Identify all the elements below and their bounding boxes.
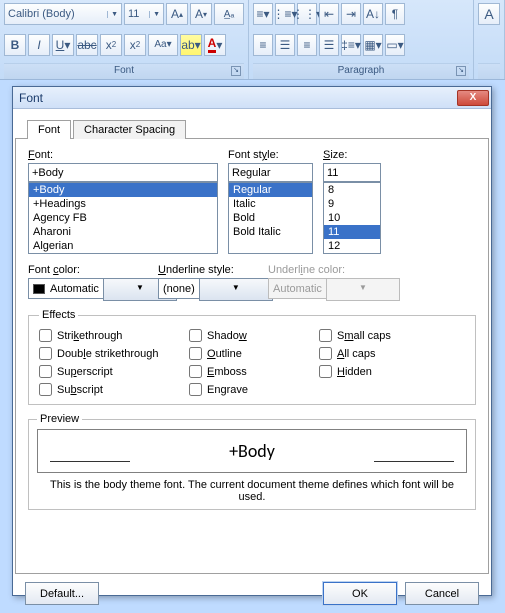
italic-button[interactable]: I xyxy=(28,34,50,56)
font-group-label: Font↘ xyxy=(4,63,244,79)
grow-font-button[interactable]: A▴ xyxy=(166,3,188,25)
styles-group-edge: A xyxy=(474,0,505,79)
font-color-button[interactable]: A▾ xyxy=(204,34,226,56)
paragraph-dialog-launcher-icon[interactable]: ↘ xyxy=(456,66,466,76)
paragraph-group-label: Paragraph↘ xyxy=(253,63,469,79)
list-item[interactable]: +Headings xyxy=(29,197,217,211)
show-marks-button[interactable]: ¶ xyxy=(385,3,405,25)
preview-group: Preview +Body This is the body theme fon… xyxy=(28,413,476,510)
align-center-button[interactable]: ☰ xyxy=(275,34,295,56)
font-listbox[interactable]: +Body +Headings Agency FB Aharoni Algeri… xyxy=(28,182,218,254)
strikethrough-button[interactable]: abc xyxy=(76,34,98,56)
align-right-button[interactable]: ≡ xyxy=(297,34,317,56)
preview-legend: Preview xyxy=(37,413,82,425)
multilevel-list-button[interactable]: ⋮⋮▾ xyxy=(297,3,317,25)
list-item[interactable]: Bold xyxy=(229,211,312,225)
tabs: Font Character Spacing xyxy=(27,119,491,138)
borders-button[interactable]: ▭▾ xyxy=(385,34,405,56)
font-style-label: Font style: xyxy=(228,149,313,161)
font-style-input[interactable] xyxy=(228,163,313,182)
tab-pane: Font: +Body +Headings Agency FB Aharoni … xyxy=(15,138,489,574)
change-case-button[interactable]: Aa▾ xyxy=(148,34,178,56)
paragraph-group: ≡▾ ⋮≡▾ ⋮⋮▾ ⇤ ⇥ A↓ ¶ ≡ ☰ ≡ ☰ ‡≡▾ ▦▾ ▭▾ Pa… xyxy=(249,0,474,79)
decrease-indent-button[interactable]: ⇤ xyxy=(319,3,339,25)
underline-style-dropdown[interactable]: (none) ▼ xyxy=(158,278,258,299)
dialog-footer: Default... OK Cancel xyxy=(13,574,491,605)
subscript-button[interactable]: x2 xyxy=(100,34,122,56)
dialog-title: Font xyxy=(19,91,457,105)
superscript-checkbox[interactable]: Superscript xyxy=(39,365,189,378)
tab-character-spacing[interactable]: Character Spacing xyxy=(73,120,186,139)
font-size-combo[interactable]: 11▼ xyxy=(124,3,164,25)
emboss-checkbox[interactable]: Emboss xyxy=(189,365,319,378)
list-item[interactable]: 9 xyxy=(324,197,380,211)
bullets-button[interactable]: ≡▾ xyxy=(253,3,273,25)
underline-style-label: Underline style: xyxy=(158,264,258,276)
list-item[interactable]: 8 xyxy=(324,183,380,197)
size-input[interactable] xyxy=(323,163,381,182)
ribbon: Calibri (Body)▼ 11▼ A▴ A▾ A̲ₐ B I U▾ abc… xyxy=(0,0,505,80)
list-item[interactable]: Regular xyxy=(229,183,312,197)
effects-group: Effects Strikethrough Shadow Small caps … xyxy=(28,309,476,405)
shrink-font-button[interactable]: A▾ xyxy=(190,3,212,25)
titlebar[interactable]: Font X xyxy=(13,87,491,109)
dropdown-arrow-icon[interactable]: ▼ xyxy=(199,278,273,301)
increase-indent-button[interactable]: ⇥ xyxy=(341,3,361,25)
list-item[interactable]: +Body xyxy=(29,183,217,197)
list-item[interactable]: Aharoni xyxy=(29,225,217,239)
cancel-button[interactable]: Cancel xyxy=(405,582,479,605)
double-strikethrough-checkbox[interactable]: Double strikethrough xyxy=(39,347,189,360)
underline-color-label: Underline color: xyxy=(268,264,388,276)
sort-button[interactable]: A↓ xyxy=(363,3,383,25)
preview-description: This is the body theme font. The current… xyxy=(37,479,467,503)
strikethrough-checkbox[interactable]: Strikethrough xyxy=(39,329,189,342)
font-dialog: Font X Font Character Spacing Font: +Bod… xyxy=(12,86,492,596)
underline-button[interactable]: U▾ xyxy=(52,34,74,56)
style-preview-icon[interactable]: A xyxy=(478,3,500,25)
default-button[interactable]: Default... xyxy=(25,582,99,605)
font-color-label: Font color: xyxy=(28,264,148,276)
font-color-dropdown[interactable]: Automatic ▼ xyxy=(28,278,148,299)
list-item[interactable]: 11 xyxy=(324,225,380,239)
engrave-checkbox[interactable]: Engrave xyxy=(189,383,319,396)
font-group: Calibri (Body)▼ 11▼ A▴ A▾ A̲ₐ B I U▾ abc… xyxy=(0,0,249,79)
dropdown-arrow-icon: ▼ xyxy=(326,278,400,301)
justify-button[interactable]: ☰ xyxy=(319,34,339,56)
small-caps-checkbox[interactable]: Small caps xyxy=(319,329,429,342)
superscript-button[interactable]: x2 xyxy=(124,34,146,56)
subscript-checkbox[interactable]: Subscript xyxy=(39,383,189,396)
align-left-button[interactable]: ≡ xyxy=(253,34,273,56)
font-label: Font: xyxy=(28,149,218,161)
font-name-combo[interactable]: Calibri (Body)▼ xyxy=(4,3,122,25)
bold-button[interactable]: B xyxy=(4,34,26,56)
close-button[interactable]: X xyxy=(457,90,489,106)
size-listbox[interactable]: 8 9 10 11 12 xyxy=(323,182,381,254)
list-item[interactable]: 12 xyxy=(324,239,380,253)
list-item[interactable]: Bold Italic xyxy=(229,225,312,239)
font-dialog-launcher-icon[interactable]: ↘ xyxy=(231,66,241,76)
list-item[interactable]: 10 xyxy=(324,211,380,225)
underline-color-dropdown: Automatic ▼ xyxy=(268,278,388,299)
all-caps-checkbox[interactable]: All caps xyxy=(319,347,429,360)
preview-sample: +Body xyxy=(229,440,275,462)
line-spacing-button[interactable]: ‡≡▾ xyxy=(341,34,361,56)
font-input[interactable] xyxy=(28,163,218,182)
shading-button[interactable]: ▦▾ xyxy=(363,34,383,56)
effects-legend: Effects xyxy=(39,309,78,321)
shadow-checkbox[interactable]: Shadow xyxy=(189,329,319,342)
list-item[interactable]: Agency FB xyxy=(29,211,217,225)
list-item[interactable]: Italic xyxy=(229,197,312,211)
outline-checkbox[interactable]: Outline xyxy=(189,347,319,360)
highlight-button[interactable]: ab▾ xyxy=(180,34,202,56)
ok-button[interactable]: OK xyxy=(323,582,397,605)
tab-font[interactable]: Font xyxy=(27,120,71,139)
font-style-listbox[interactable]: Regular Italic Bold Bold Italic xyxy=(228,182,313,254)
size-label: Size: xyxy=(323,149,381,161)
hidden-checkbox[interactable]: Hidden xyxy=(319,365,429,378)
clear-formatting-button[interactable]: A̲ₐ xyxy=(214,3,244,25)
list-item[interactable]: Algerian xyxy=(29,239,217,253)
preview-box: +Body xyxy=(37,429,467,473)
